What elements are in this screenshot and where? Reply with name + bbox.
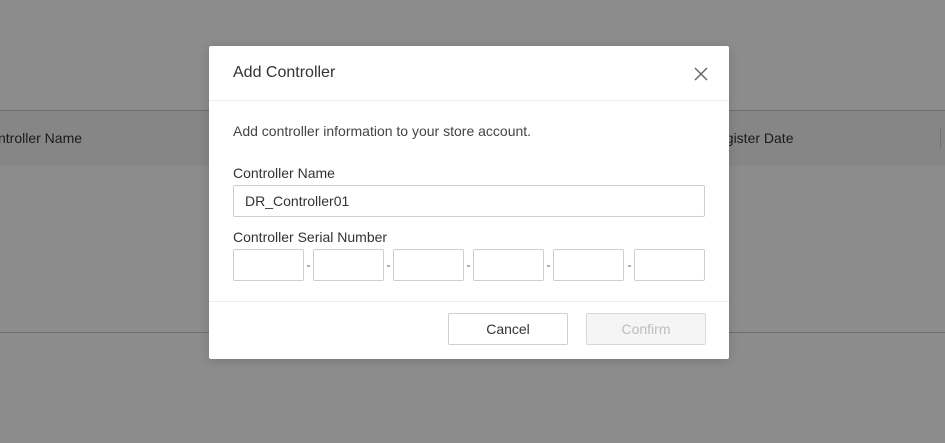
controller-name-label: Controller Name xyxy=(233,165,335,181)
serial-separator: - xyxy=(386,258,391,272)
page: ntroller Name egister Date Add Controlle… xyxy=(0,0,945,443)
add-controller-dialog: Add Controller Add controller informatio… xyxy=(209,46,729,359)
serial-segment-2[interactable] xyxy=(313,249,384,281)
serial-number-label: Controller Serial Number xyxy=(233,229,388,245)
serial-segment-1[interactable] xyxy=(233,249,304,281)
controller-name-input[interactable] xyxy=(233,185,705,217)
serial-separator: - xyxy=(466,258,471,272)
serial-separator: - xyxy=(627,258,632,272)
cancel-button[interactable]: Cancel xyxy=(448,313,568,345)
confirm-button[interactable]: Confirm xyxy=(586,313,706,345)
dialog-description: Add controller information to your store… xyxy=(233,123,532,139)
serial-separator: - xyxy=(306,258,311,272)
close-icon xyxy=(694,67,708,81)
serial-segment-6[interactable] xyxy=(634,249,705,281)
serial-separator: - xyxy=(546,258,551,272)
serial-segment-5[interactable] xyxy=(553,249,624,281)
close-button[interactable] xyxy=(691,64,711,84)
serial-segment-4[interactable] xyxy=(473,249,544,281)
dialog-body: Add controller information to your store… xyxy=(209,101,729,301)
dialog-footer: Cancel Confirm xyxy=(209,301,729,359)
dialog-header: Add Controller xyxy=(209,46,729,101)
dialog-title: Add Controller xyxy=(233,64,336,81)
serial-number-fields: - - - - - xyxy=(233,249,705,281)
serial-segment-3[interactable] xyxy=(393,249,464,281)
